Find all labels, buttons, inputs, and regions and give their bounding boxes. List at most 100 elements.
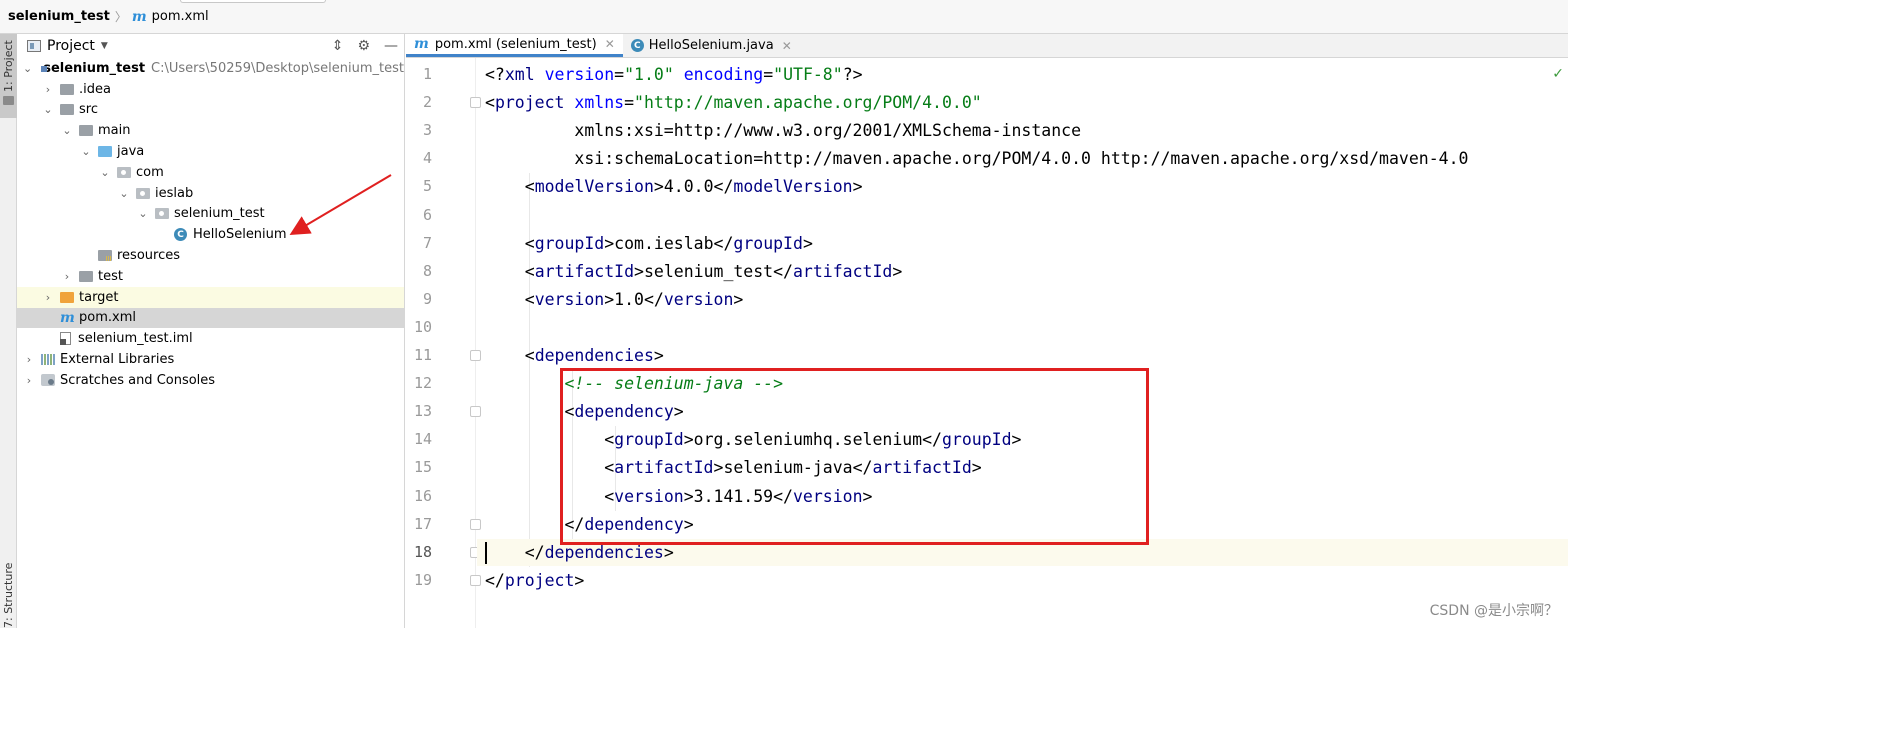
line-number: 11 [413, 346, 432, 364]
chevron-right-icon[interactable]: › [23, 353, 35, 366]
tree-item-helloselenium[interactable]: C HelloSelenium [17, 224, 404, 245]
chevron-down-icon[interactable]: ⌄ [42, 103, 54, 116]
breadcrumb-project[interactable]: selenium_test [8, 9, 110, 24]
chevron-down-icon[interactable]: ⌄ [137, 207, 149, 220]
code-line[interactable]: <dependencies> [485, 342, 664, 370]
excluded-folder-icon [60, 291, 74, 303]
line-number: 10 [413, 317, 432, 336]
chevron-down-icon[interactable]: ⌄ [80, 145, 92, 158]
code-line[interactable]: </project> [485, 567, 584, 595]
tree-item-scratches[interactable]: › Scratches and Consoles [17, 370, 404, 391]
project-tool-button[interactable]: 1: Project [0, 34, 17, 118]
project-path: C:\Users\50259\Desktop\selenium_test [151, 60, 404, 76]
line-number: 5 [422, 177, 432, 196]
breadcrumb: selenium_test 〉 m pom.xml [0, 0, 1568, 34]
tree-item-label: src [79, 102, 98, 118]
module-file-icon [60, 332, 71, 346]
chevron-down-icon[interactable]: ⌄ [99, 166, 111, 179]
tree-item-iml[interactable]: selenium_test.iml [17, 328, 404, 349]
chevron-down-icon[interactable]: ▼ [101, 41, 108, 51]
code-line[interactable]: <dependency> [485, 398, 683, 426]
tree-item-label: selenium_test.iml [78, 331, 193, 347]
tree-item-idea[interactable]: › .idea [17, 79, 404, 100]
scratches-icon [41, 374, 55, 387]
code-line[interactable]: <?xml version="1.0" encoding="UTF-8"?> [485, 61, 863, 89]
tree-item-label: target [79, 289, 119, 305]
code-line[interactable]: xmlns:xsi=http://www.w3.org/2001/XMLSche… [485, 117, 1081, 145]
tree-item-pom-xml[interactable]: m pom.xml [17, 307, 404, 329]
project-tree: ⌄ selenium_test C:\Users\50259\Desktop\s… [17, 58, 404, 391]
minimize-icon[interactable]: — [384, 38, 398, 54]
close-icon[interactable]: ✕ [782, 39, 792, 53]
line-number: 12 [413, 374, 432, 393]
code-line[interactable]: </dependency> [485, 511, 693, 539]
line-number: 8 [422, 261, 432, 280]
code-line[interactable]: <artifactId>selenium-java</artifactId> [485, 454, 982, 482]
project-panel-header: Project ▼ ⇕ ⚙ — [17, 34, 404, 58]
tree-item-project-root[interactable]: ⌄ selenium_test C:\Users\50259\Desktop\s… [17, 58, 404, 79]
collapse-all-icon[interactable]: ⇕ [332, 38, 344, 54]
resources-folder-icon [98, 250, 112, 262]
package-icon [155, 208, 169, 220]
tree-item-label: selenium_test [174, 206, 265, 222]
chevron-right-icon[interactable]: › [42, 83, 54, 96]
tree-item-external-libraries[interactable]: › External Libraries [17, 349, 404, 370]
breadcrumb-separator-icon: 〉 [114, 10, 127, 24]
tree-item-selenium-test-package[interactable]: ⌄ selenium_test [17, 204, 404, 225]
close-icon[interactable]: ✕ [605, 37, 615, 51]
line-number: 7 [422, 233, 432, 252]
tree-item-java[interactable]: ⌄ java [17, 141, 404, 162]
line-number: 18 [413, 542, 432, 561]
tree-item-target[interactable]: › target [17, 286, 404, 308]
tree-item-main[interactable]: ⌄ main [17, 120, 404, 141]
chevron-down-icon[interactable]: ⌄ [23, 62, 32, 75]
editor: m pom.xml (selenium_test) ✕ C HelloSelen… [406, 34, 1568, 628]
tree-item-ieslab[interactable]: ⌄ ieslab [17, 183, 404, 204]
structure-tool-button[interactable]: 7: Structure [2, 563, 15, 628]
code-line[interactable]: <project xmlns="http://maven.apache.org/… [485, 89, 982, 117]
folder-icon [79, 270, 93, 282]
tree-item-com[interactable]: ⌄ com [17, 162, 404, 183]
code-line[interactable]: xsi:schemaLocation=http://maven.apache.o… [485, 145, 1468, 173]
tree-item-label: ieslab [155, 185, 194, 201]
tree-item-label: com [136, 164, 164, 180]
watermark: CSDN @是小宗啊？ [1429, 603, 1558, 619]
source-folder-icon [98, 146, 112, 158]
tree-item-resources[interactable]: resources [17, 245, 404, 266]
inspection-ok-icon[interactable]: ✓ [1552, 66, 1564, 82]
project-panel-title[interactable]: Project [47, 38, 95, 54]
tree-item-src[interactable]: ⌄ src [17, 100, 404, 121]
code-line[interactable]: </dependencies> [485, 539, 674, 567]
folder-icon [60, 83, 74, 95]
gear-icon[interactable]: ⚙ [357, 38, 370, 54]
tree-item-test[interactable]: › test [17, 266, 404, 287]
tree-item-label: pom.xml [79, 310, 136, 326]
folder-icon [79, 125, 93, 137]
code-line[interactable]: <groupId>org.seleniumhq.selenium</groupI… [485, 426, 1021, 454]
chevron-right-icon[interactable]: › [61, 270, 73, 283]
line-number: 9 [422, 289, 432, 308]
tree-item-label: java [117, 144, 145, 160]
editor-gutter[interactable]: 1 2 3 4 5 6 7 8 9 10 11 12 13 14 15 16 17 18 19 [406, 58, 481, 628]
code-area[interactable]: <?xml version="1.0" encoding="UTF-8"?> <p… [477, 58, 1568, 628]
chevron-down-icon[interactable]: ⌄ [61, 124, 73, 137]
tree-item-label: resources [117, 248, 181, 264]
code-line[interactable]: <!-- selenium-java --> [485, 370, 783, 398]
project-panel: Project ▼ ⇕ ⚙ — ⌄ selenium_test C:\Users… [17, 34, 405, 628]
code-line[interactable]: <version>1.0</version> [485, 286, 744, 314]
code-line[interactable]: <groupId>com.ieslab</groupId> [485, 230, 813, 258]
project-view-icon [27, 40, 41, 52]
tree-item-label: External Libraries [60, 352, 175, 368]
tree-item-label: HelloSelenium [193, 227, 287, 243]
tab-helloselenium-java[interactable]: C HelloSelenium.java ✕ [623, 34, 800, 57]
package-icon [117, 166, 131, 178]
chevron-right-icon[interactable]: › [23, 374, 35, 387]
chevron-down-icon[interactable]: ⌄ [118, 187, 130, 200]
chevron-right-icon[interactable]: › [42, 291, 54, 304]
code-line[interactable]: <modelVersion>4.0.0</modelVersion> [485, 173, 863, 201]
code-line[interactable]: <artifactId>selenium_test</artifactId> [485, 258, 903, 286]
tab-pom-xml[interactable]: m pom.xml (selenium_test) ✕ [406, 34, 623, 57]
code-line[interactable]: <version>3.141.59</version> [485, 483, 872, 511]
breadcrumb-file[interactable]: pom.xml [152, 9, 209, 24]
tree-item-label: selenium_test [43, 60, 146, 76]
